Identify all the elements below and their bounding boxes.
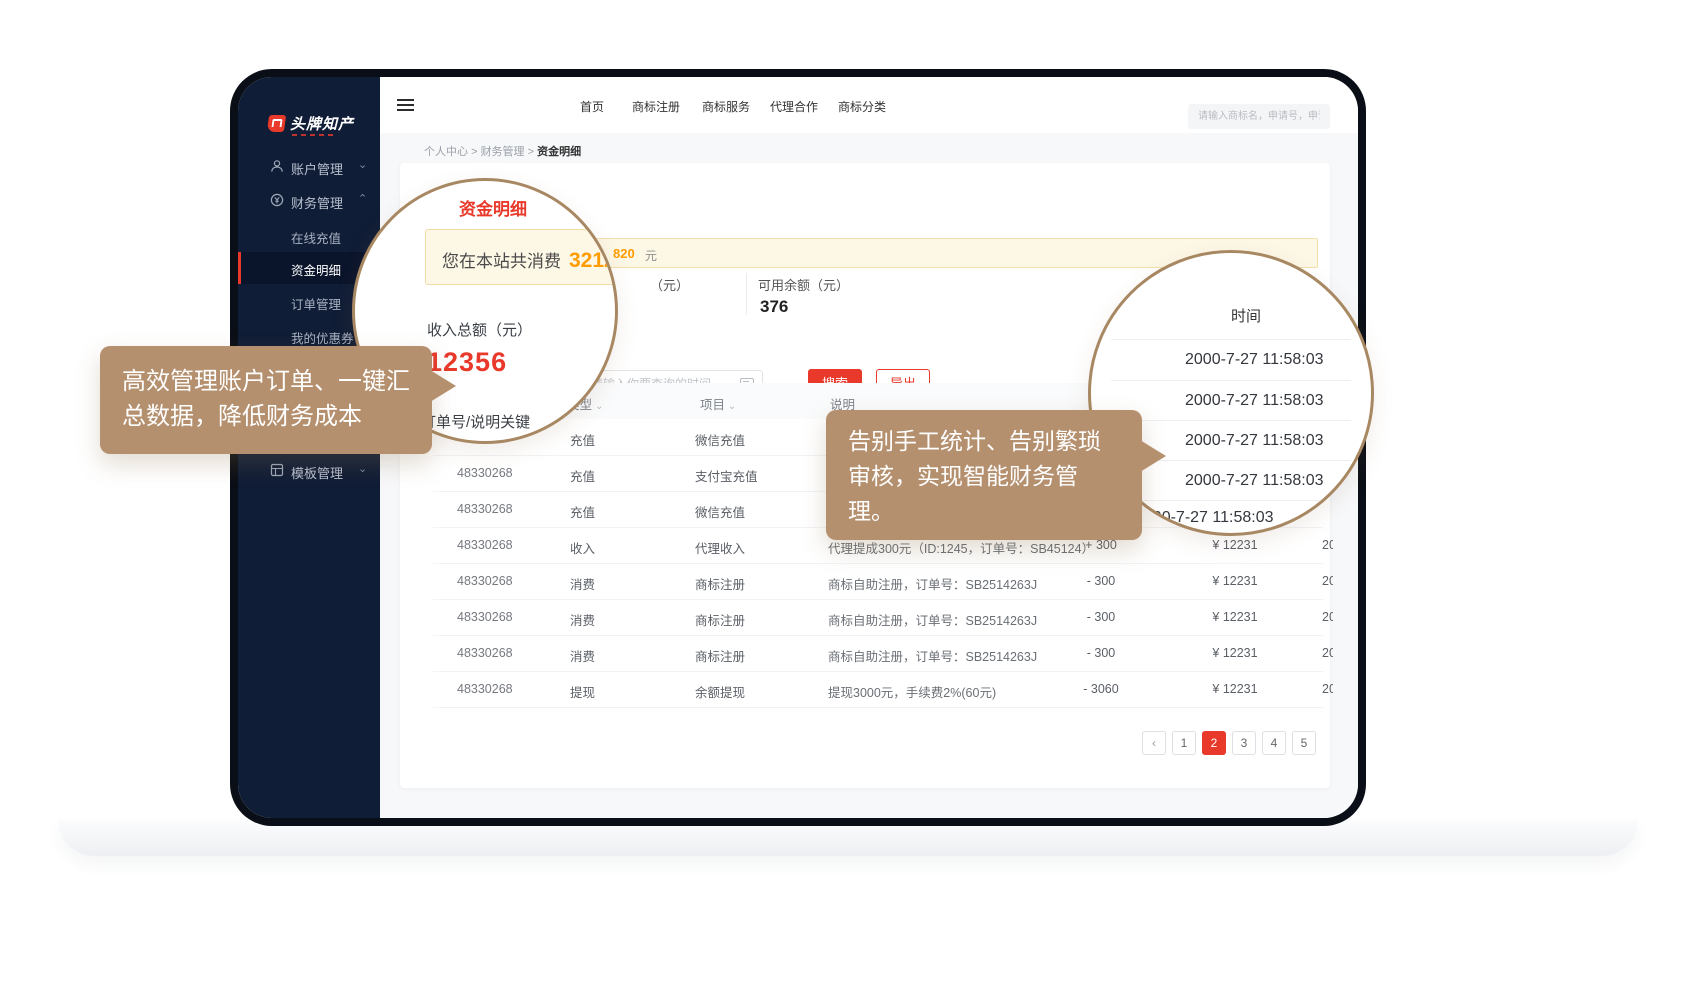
pagination-page-3[interactable]: 3 (1232, 731, 1256, 755)
sidebar-item-account[interactable]: 账户管理 ⌄ (238, 151, 380, 183)
balance-label: 可用余额（元） (758, 275, 849, 294)
fund-details-tab: 资金明细 (459, 195, 527, 220)
topnav-home[interactable]: 首页 (580, 98, 604, 115)
stat-middle-label: （元） (650, 275, 689, 294)
sidebar-item-finance[interactable]: 财务管理 ⌃ (238, 185, 380, 217)
table-row[interactable]: 48330268 消费 商标注册 商标自助注册，订单号：SB2514263J -… (433, 635, 1323, 672)
pagination-page-1[interactable]: 1 (1172, 731, 1196, 755)
callout-bubble-left: 高效管理账户订单、一键汇总数据，降低财务成本 (100, 346, 432, 454)
table-header-item[interactable]: 项目⌄ (700, 394, 736, 413)
chevron-up-icon: ⌃ (358, 192, 367, 205)
page: 头牌知产 账户管理 ⌄ 财务管理 ⌃ 在线充值 资金 (0, 0, 1696, 1002)
banner-unit: 元 (645, 247, 657, 264)
pagination-prev-button[interactable]: ‹ (1142, 731, 1166, 755)
brand-logo-dots (292, 134, 333, 136)
brand-logo: 头牌知产 (238, 107, 380, 147)
brand-logo-icon (267, 115, 286, 132)
banner-amount-tail: 820 (613, 246, 635, 261)
income-label: 收入总额（元） (427, 319, 532, 340)
callout-right-text: 告别手工统计、告别繁琐审核，实现智能财务管理。 (848, 424, 1120, 529)
callout-right-arrow-icon (1140, 440, 1166, 472)
callout-left-arrow-icon (430, 370, 456, 402)
topnav-trademark-register[interactable]: 商标注册 (632, 98, 680, 115)
sidebar-item-online-recharge[interactable]: 在线充值 (238, 220, 380, 252)
table-header-time: 时间 (1231, 305, 1261, 326)
callout-left-text: 高效管理账户订单、一键汇总数据，降低财务成本 (122, 364, 410, 434)
pagination-page-5[interactable]: 5 (1292, 731, 1316, 755)
pagination-page-4[interactable]: 4 (1262, 731, 1286, 755)
time-value: 2000-7-27 11:58:03 (1185, 392, 1323, 410)
time-value-partial: 2000-7-27 11:58:03 (1135, 509, 1273, 527)
time-value: 2000-7-27 11:58:03 (1185, 351, 1323, 369)
finance-icon (270, 193, 284, 207)
sidebar-item-label: 模板管理 (291, 463, 343, 482)
time-value: 2000-7-27 11:58:03 (1185, 432, 1323, 450)
table-header-order-keyword: 订单号/说明关键 (421, 411, 530, 432)
breadcrumb-finance[interactable]: 财务管理 (481, 146, 525, 158)
template-icon (270, 463, 284, 477)
table-row[interactable]: 48330268 提现 余额提现 提现3000元，手续费2%(60元) - 30… (433, 671, 1323, 708)
topbar: 首页 商标注册 商标服务 代理合作 商标分类 (380, 77, 1358, 134)
table-row[interactable]: 48330268 消费 商标注册 商标自助注册，订单号：SB2514263J -… (433, 599, 1323, 636)
pagination: ‹ 1 2 3 4 5 (1142, 731, 1316, 755)
brand-name: 头牌知产 (290, 113, 354, 134)
breadcrumb: 个人中心 > 财务管理 > 资金明细 (424, 143, 581, 159)
sidebar-item-templates[interactable]: 模板管理 ⌄ (238, 455, 380, 487)
topnav-agency[interactable]: 代理合作 (770, 98, 818, 115)
table-row[interactable]: 48330268 消费 商标注册 商标自助注册，订单号：SB2514263J -… (433, 563, 1323, 600)
sort-chevron-icon: ⌄ (728, 401, 736, 412)
balance-value: 376 (760, 297, 788, 317)
hamburger-icon[interactable] (397, 99, 414, 111)
callout-bubble-right: 告别手工统计、告别繁琐审核，实现智能财务管理。 (826, 410, 1142, 540)
sidebar-item-label: 财务管理 (291, 193, 343, 212)
banner-amount: 32124 (569, 249, 618, 272)
pagination-page-2-active[interactable]: 2 (1202, 731, 1226, 755)
breadcrumb-personal-center[interactable]: 个人中心 (424, 146, 468, 158)
search-input[interactable] (1188, 104, 1330, 129)
topnav-trademark-service[interactable]: 商标服务 (702, 98, 750, 115)
time-value: 2000-7-27 11:58:03 (1185, 472, 1323, 490)
sort-chevron-icon: ⌄ (595, 401, 603, 412)
banner-prefix: 您在本站共消费 (442, 252, 561, 271)
topnav-trademark-category[interactable]: 商标分类 (838, 98, 886, 115)
stat-divider (746, 273, 747, 315)
chevron-down-icon: ⌄ (358, 462, 367, 475)
user-icon (270, 159, 284, 173)
breadcrumb-fund-details: 资金明细 (537, 146, 581, 158)
sidebar-item-label: 账户管理 (291, 159, 343, 178)
chevron-down-icon: ⌄ (358, 158, 367, 171)
lens-consumption-banner: 您在本站共消费 32124 (425, 229, 618, 285)
